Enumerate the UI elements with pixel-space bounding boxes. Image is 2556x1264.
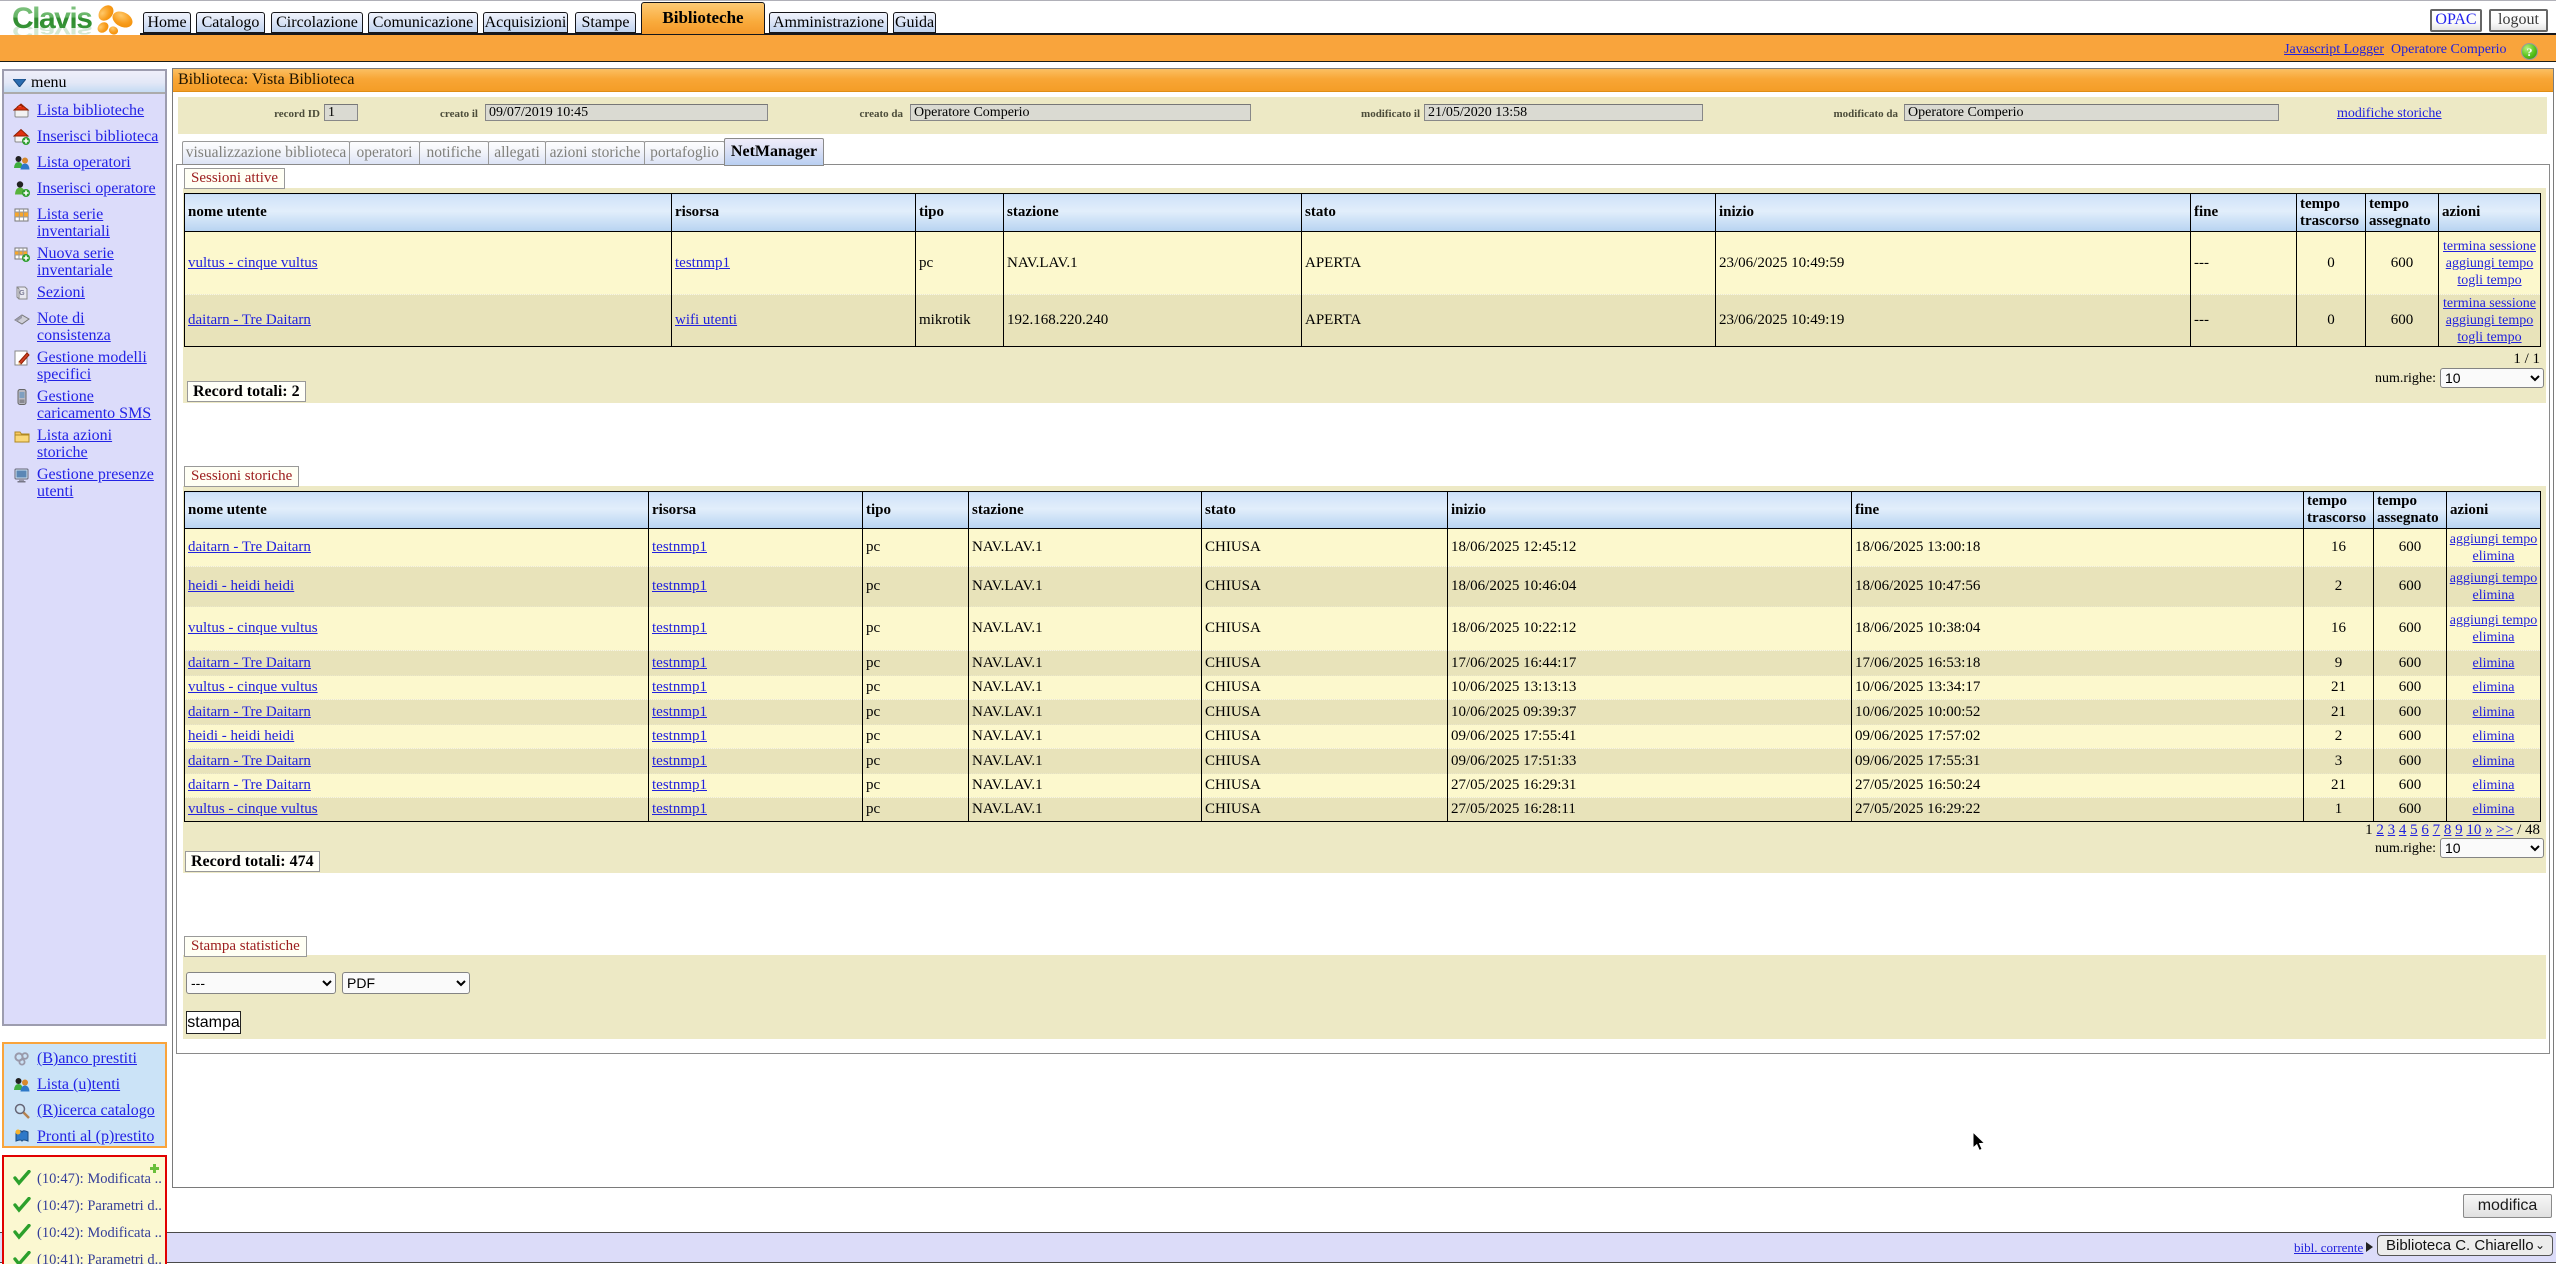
svg-text:Clavis: Clavis [12, 22, 92, 35]
svg-text:G: G [19, 290, 24, 297]
svg-text:?: ? [2527, 45, 2533, 59]
